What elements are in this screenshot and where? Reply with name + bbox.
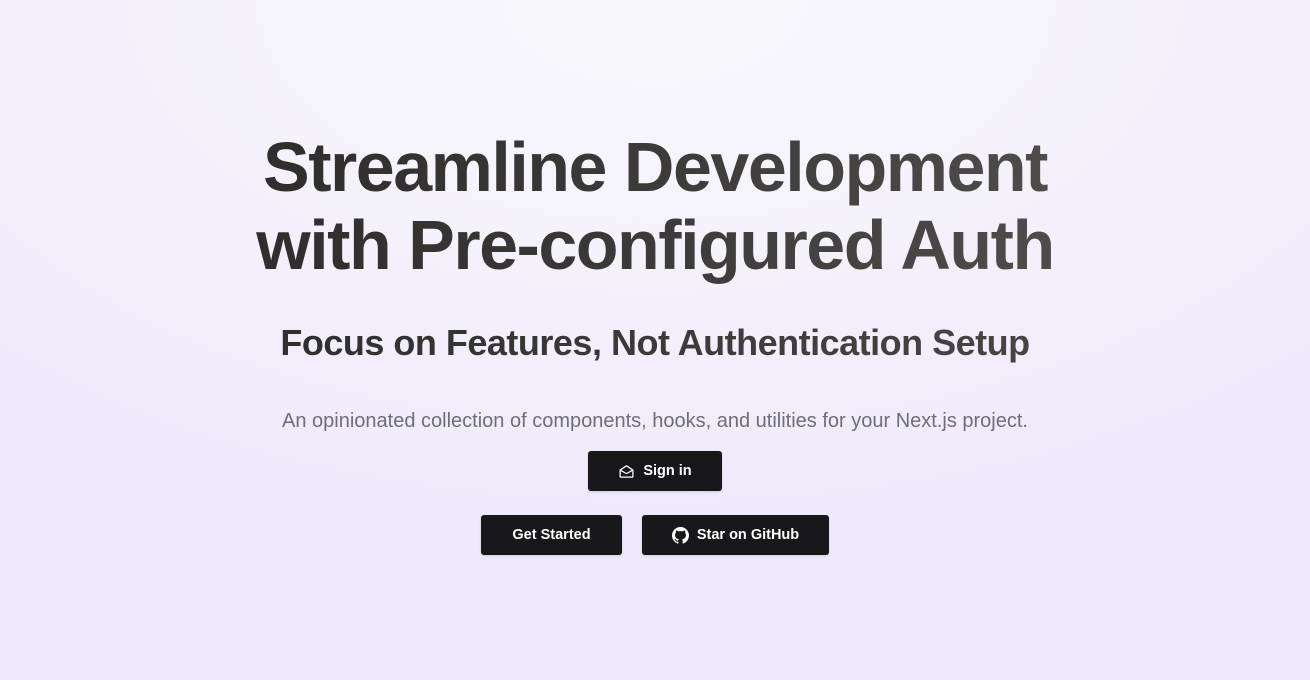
get-started-button[interactable]: Get Started [481, 515, 622, 555]
hero-subheadline: Focus on Features, Not Authentication Se… [0, 320, 1310, 366]
sign-in-label: Sign in [643, 463, 692, 479]
github-icon [671, 526, 689, 544]
headline-line-1: Streamline Development [263, 128, 1047, 206]
star-on-github-button[interactable]: Star on GitHub [642, 515, 829, 555]
hero-description: An opinionated collection of components,… [282, 410, 1028, 432]
hero-section: Streamline Development with Pre-configur… [0, 0, 1310, 680]
mail-open-icon [618, 463, 635, 480]
get-started-label: Get Started [512, 527, 591, 543]
sign-in-button[interactable]: Sign in [588, 451, 722, 491]
headline-line-2: with Pre-configured Auth [256, 206, 1054, 284]
hero-headline: Streamline Development with Pre-configur… [0, 128, 1310, 284]
github-label: Star on GitHub [696, 527, 800, 543]
